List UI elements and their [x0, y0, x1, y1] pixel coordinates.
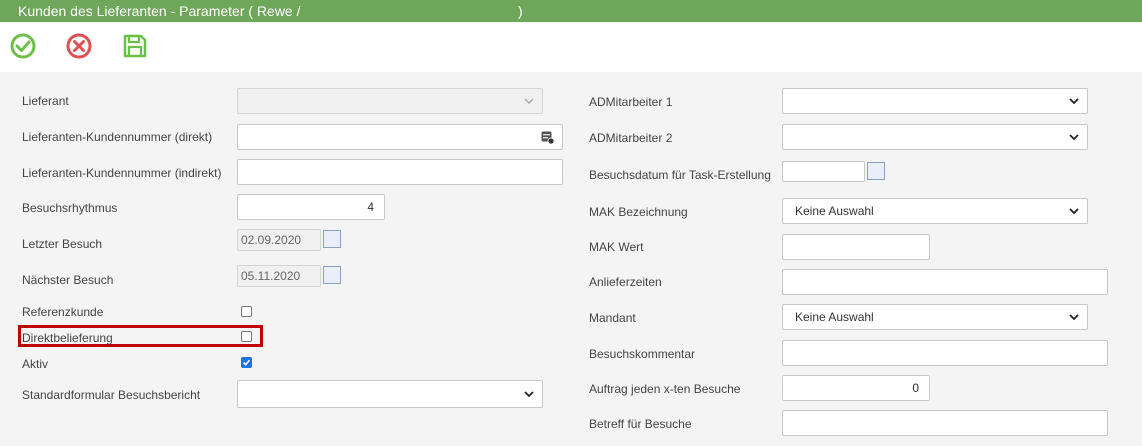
- mak-wert-input[interactable]: [782, 234, 930, 260]
- letzter-besuch-input: 02.09.2020: [237, 229, 321, 251]
- anlieferzeiten-label: Anlieferzeiten: [589, 275, 662, 289]
- auftrag-x-ten-value: 0: [912, 381, 919, 395]
- mak-bezeichnung-value: Keine Auswahl: [795, 204, 874, 218]
- referenzkunde-checkbox[interactable]: [241, 306, 252, 317]
- checkmark-icon: [242, 359, 251, 366]
- admitarbeiter1-select[interactable]: [782, 88, 1088, 114]
- chevron-down-icon: [1069, 314, 1079, 321]
- cancel-button[interactable]: [65, 32, 93, 60]
- chevron-down-icon: [1069, 208, 1079, 215]
- ok-button[interactable]: [9, 32, 37, 60]
- window-titlebar: Kunden des Lieferanten - Parameter ( Rew…: [0, 0, 1142, 22]
- kundennr-direkt-label: Lieferanten-Kundennummer (direkt): [22, 130, 213, 144]
- auftrag-x-ten-input[interactable]: 0: [782, 375, 930, 401]
- admitarbeiter2-label: ADMitarbeiter 2: [589, 131, 673, 145]
- mandant-label: Mandant: [589, 311, 636, 325]
- mak-bezeichnung-label: MAK Bezeichnung: [589, 205, 688, 219]
- naechster-besuch-value: 05.11.2020: [241, 269, 301, 283]
- lieferant-label: Lieferant: [22, 94, 69, 108]
- besuchsdatum-label: Besuchsdatum für Task-Erstellung: [589, 168, 771, 182]
- window-title-close: ): [518, 3, 523, 19]
- besuchsdatum-input[interactable]: [782, 161, 865, 182]
- referenzkunde-label: Referenzkunde: [22, 305, 104, 319]
- save-button[interactable]: [121, 32, 149, 60]
- kundennr-indirekt-input[interactable]: [237, 159, 563, 185]
- besuchsrhythmus-label: Besuchsrhythmus: [22, 201, 118, 215]
- chevron-down-icon: [1069, 134, 1079, 141]
- admitarbeiter2-select[interactable]: [782, 124, 1088, 150]
- mak-bezeichnung-select[interactable]: Keine Auswahl: [782, 198, 1088, 224]
- mak-wert-label: MAK Wert: [589, 240, 644, 254]
- x-circle-icon: [66, 33, 92, 59]
- letzter-besuch-value: 02.09.2020: [241, 233, 302, 247]
- auftrag-x-ten-label: Auftrag jeden x-ten Besuche: [589, 382, 741, 396]
- letzter-besuch-calendar-icon[interactable]: [323, 230, 341, 248]
- betreff-label: Betreff für Besuche: [589, 417, 692, 431]
- besuchsdatum-calendar-icon[interactable]: [867, 162, 885, 180]
- mandant-select[interactable]: Keine Auswahl: [782, 304, 1088, 330]
- parameter-form: Lieferant Lieferanten-Kundennummer (dire…: [0, 72, 1142, 446]
- admitarbeiter1-label: ADMitarbeiter 1: [589, 95, 673, 109]
- besuchsrhythmus-input[interactable]: 4: [237, 194, 385, 220]
- besuchsrhythmus-value: 4: [367, 200, 374, 214]
- kundennr-indirekt-label: Lieferanten-Kundennummer (indirekt): [22, 166, 222, 180]
- besuchskommentar-label: Besuchskommentar: [589, 347, 696, 361]
- naechster-besuch-input: 05.11.2020: [237, 265, 321, 287]
- direktbelieferung-label: Direktbelieferung: [22, 331, 113, 345]
- naechster-besuch-label: Nächster Besuch: [22, 273, 114, 287]
- floppy-disk-icon: [123, 34, 147, 58]
- chevron-down-icon: [524, 98, 534, 105]
- naechster-besuch-calendar-icon[interactable]: [323, 266, 341, 284]
- window-title: Kunden des Lieferanten - Parameter ( Rew…: [18, 3, 301, 19]
- mandant-value: Keine Auswahl: [795, 310, 874, 324]
- check-circle-icon: [10, 33, 36, 59]
- lieferant-select[interactable]: [237, 88, 543, 114]
- standardformular-label: Standardformular Besuchsbericht: [22, 388, 201, 402]
- letzter-besuch-label: Letzter Besuch: [22, 237, 103, 251]
- chevron-down-icon: [524, 391, 534, 398]
- aktiv-checkbox[interactable]: [241, 357, 252, 368]
- direktbelieferung-checkbox[interactable]: [241, 331, 252, 342]
- aktiv-label: Aktiv: [22, 357, 49, 371]
- kundennr-direkt-input[interactable]: [237, 124, 563, 150]
- standardformular-select[interactable]: [237, 380, 543, 408]
- numbered-list-icon[interactable]: [541, 131, 554, 144]
- chevron-down-icon: [1069, 98, 1079, 105]
- besuchskommentar-input[interactable]: [782, 340, 1108, 366]
- anlieferzeiten-input[interactable]: [782, 269, 1108, 295]
- betreff-input[interactable]: [782, 410, 1108, 436]
- toolbar: [0, 22, 1142, 72]
